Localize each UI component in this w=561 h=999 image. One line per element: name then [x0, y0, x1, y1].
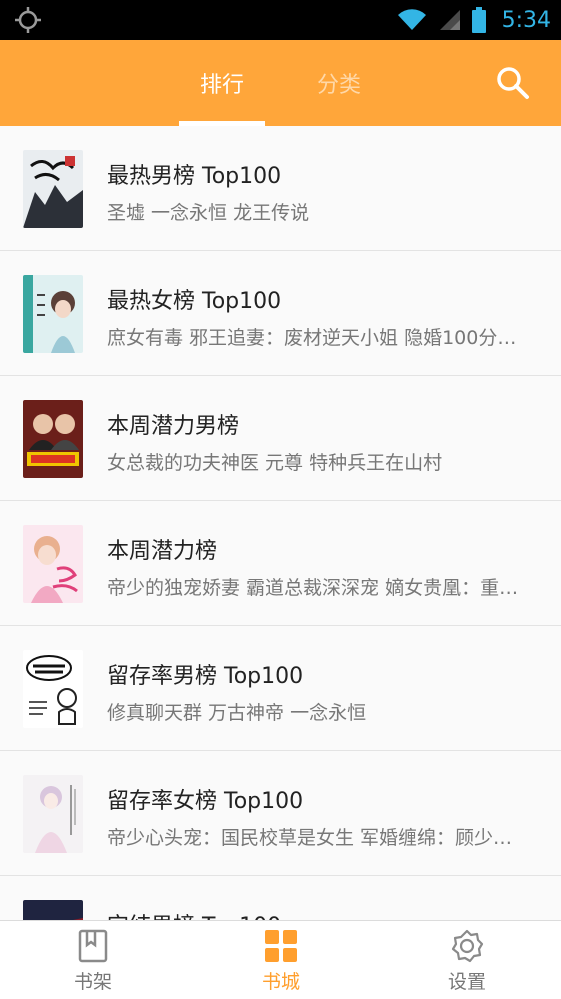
search-icon[interactable] [494, 64, 532, 102]
ranking-row-hot-male[interactable]: 最热男榜 Top100 圣墟 一念永恒 龙王传说 [0, 126, 561, 251]
tab-category[interactable]: 分类 [296, 40, 382, 126]
book-cover-image [23, 400, 83, 478]
ranking-title: 本周潜力榜 [107, 539, 218, 564]
ranking-books: 圣墟 一念永恒 龙王传说 [107, 202, 310, 224]
ranking-title: 留存率男榜 Top100 [107, 664, 304, 689]
ranking-title: 最热男榜 Top100 [107, 164, 282, 189]
ranking-books: 修真聊天群 万古神帝 一念永恒 [107, 702, 367, 724]
status-time: 5:34 [501, 7, 551, 33]
book-cover-image [23, 900, 83, 920]
ranking-row-retention-male[interactable]: 留存率男榜 Top100 修真聊天群 万古神帝 一念永恒 [0, 626, 561, 751]
signal-icon [439, 10, 460, 30]
tab-ranking[interactable]: 排行 [179, 40, 265, 126]
ranking-title: 最热女榜 Top100 [107, 289, 282, 314]
ranking-row-hot-female[interactable]: 最热女榜 Top100 庶女有毒 邪王追妻：废材逆天小姐 隐婚100分… [0, 251, 561, 376]
bookmark-icon [78, 929, 108, 963]
ranking-row-retention-female[interactable]: 留存率女榜 Top100 帝少心头宠：国民校草是女生 军婚缠绵：顾少… [0, 751, 561, 876]
ranking-row-potential[interactable]: 本周潜力榜 帝少的独宠娇妻 霸道总裁深深宠 嫡女贵凰：重… [0, 501, 561, 626]
app-bar: 排行 分类 [0, 40, 561, 126]
status-bar: 5:34 [0, 0, 561, 40]
book-cover-image [23, 150, 83, 228]
ranking-title: 留存率女榜 Top100 [107, 789, 304, 814]
nav-bookshelf-label: 书架 [73, 971, 112, 993]
ranking-books: 帝少的独宠娇妻 霸道总裁深深宠 嫡女贵凰：重… [107, 577, 519, 599]
book-cover-image [23, 650, 83, 728]
grid-icon [265, 930, 297, 962]
book-cover-image [23, 275, 83, 353]
ranking-list: 最热男榜 Top100 圣墟 一念永恒 龙王传说 最热女榜 Top100 庶女有… [0, 126, 561, 920]
ranking-title: 本周潜力男榜 [107, 414, 240, 439]
ranking-row-potential-male[interactable]: 本周潜力男榜 女总裁的功夫神医 元尊 特种兵王在山村 [0, 376, 561, 501]
wifi-icon [397, 9, 426, 31]
book-cover-image [23, 525, 83, 603]
nav-bookstore[interactable]: 书城 [221, 921, 341, 999]
ranking-books: 女总裁的功夫神医 元尊 特种兵王在山村 [107, 452, 443, 474]
ranking-books: 庶女有毒 邪王追妻：废材逆天小姐 隐婚100分… [107, 327, 517, 349]
bottom-nav: 书架 书城 设置 [0, 920, 561, 999]
ranking-books: 帝少心头宠：国民校草是女生 军婚缠绵：顾少… [107, 827, 513, 849]
nav-bookstore-label: 书城 [261, 971, 300, 993]
nav-bookshelf[interactable]: 书架 [33, 921, 153, 999]
gear-icon [451, 929, 484, 963]
nav-settings-label: 设置 [447, 971, 486, 993]
nav-settings[interactable]: 设置 [407, 921, 527, 999]
battery-icon [471, 7, 486, 33]
ranking-row-finished-male[interactable]: 完结男榜 Top100 [0, 876, 561, 920]
ranking-title: 完结男榜 Top100 [107, 908, 281, 920]
gps-icon [15, 7, 41, 33]
book-cover-image [23, 775, 83, 853]
